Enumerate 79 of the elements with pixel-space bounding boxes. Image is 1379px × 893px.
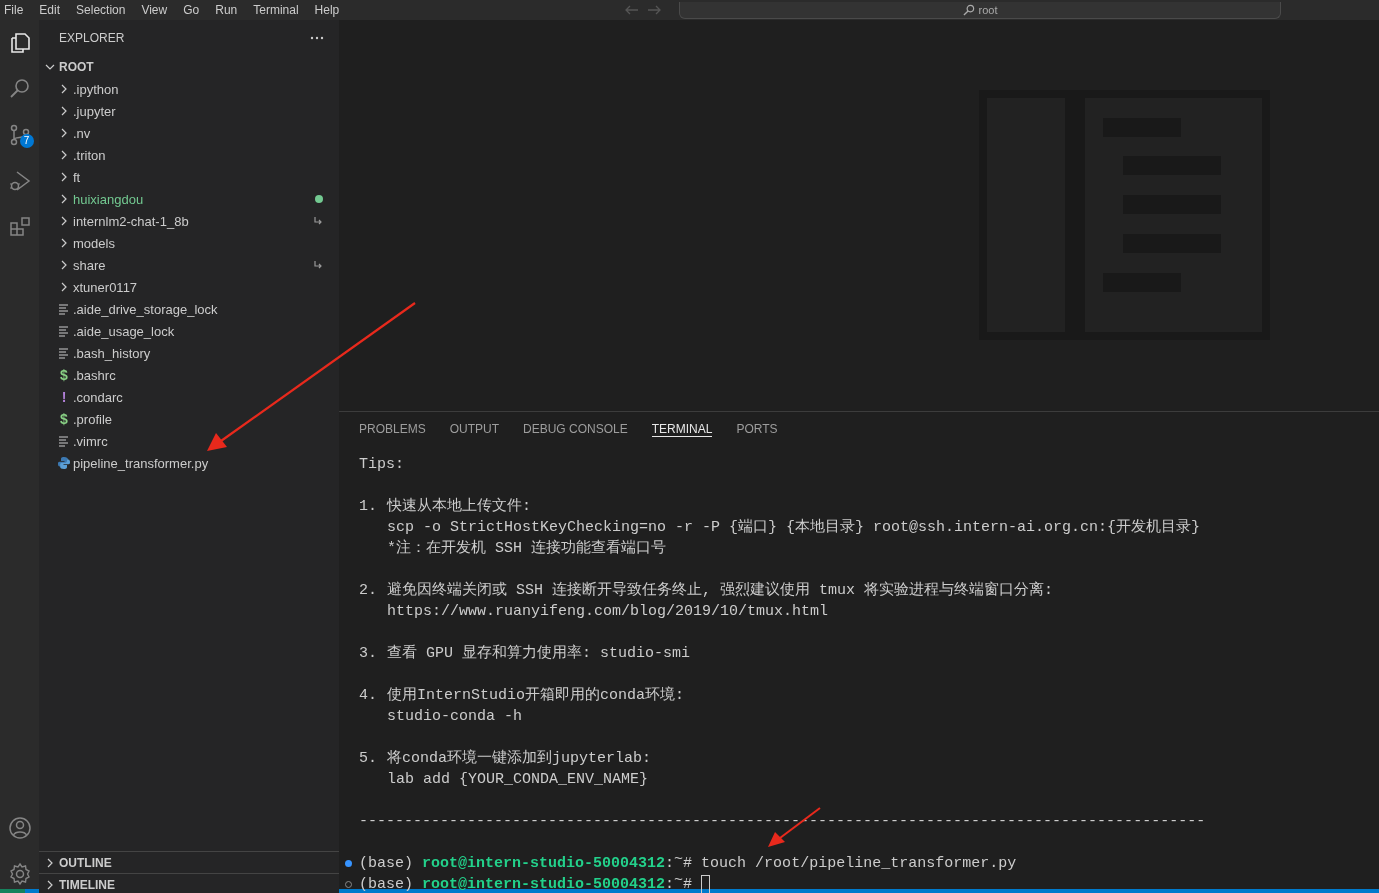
menu-item[interactable]: Selection	[68, 0, 134, 20]
dollar-icon: $	[57, 412, 71, 426]
env-name: (base)	[359, 875, 414, 893]
user-host: root@intern-studio-50004312	[422, 875, 666, 893]
tree-item[interactable]: models	[39, 232, 339, 254]
prompt-path: ~	[674, 850, 684, 870]
menu-item[interactable]: File	[0, 0, 32, 20]
terminal-text: 使用InternStudio开箱即用的conda环境:	[387, 685, 685, 706]
tree-item[interactable]: .nv	[39, 122, 339, 144]
blocks-icon[interactable]	[7, 215, 32, 239]
count-badge: 7	[19, 134, 34, 148]
tree-item[interactable]: ! .condarc	[39, 386, 339, 408]
tree-item[interactable]: pipeline_transformer.py	[39, 452, 339, 474]
text-file-icon	[57, 302, 71, 316]
tree-item[interactable]: $ .profile	[39, 408, 339, 430]
text-file-icon	[57, 346, 71, 360]
tree-item[interactable]: $ .bashrc	[39, 364, 339, 386]
menu-item[interactable]: Go	[175, 0, 208, 20]
tip-number: 5.	[359, 749, 377, 769]
tip-number: 2.	[359, 581, 377, 601]
terminal-text: Tips:	[359, 455, 404, 475]
prompt-symbol: #	[683, 875, 693, 893]
tree-item[interactable]: .jupyter	[39, 100, 339, 122]
terminal-text: https://www.ruanyifeng.com/blog/2019/10/tmux.html	[387, 602, 829, 622]
prompt-colon: :	[665, 854, 675, 874]
terminal-text: *注：在开发机 SSH 连接功能查看端口号	[387, 538, 666, 559]
tip-number: 3.	[359, 644, 377, 664]
terminal-text: scp -o StrictHostKeyChecking=no -r -P {端口} {本地目录} root@ssh.intern-ai.org.cn:{开发机目录}	[387, 517, 1201, 538]
separator-line: ----------------------------------------------------------------------------------------------	[359, 812, 1206, 832]
text-file-icon	[57, 434, 71, 448]
command-center-label: root	[978, 3, 998, 16]
terminal-text: studio-conda -h	[387, 707, 523, 727]
run-debug-icon[interactable]	[7, 169, 32, 193]
text-file-icon	[57, 324, 71, 338]
section-header[interactable]: TIMELINE	[39, 873, 339, 893]
terminal-text: 快速从本地上传文件:	[387, 496, 531, 517]
menu-item[interactable]: Help	[306, 0, 348, 20]
panel-tab[interactable]: PORTS	[736, 420, 778, 437]
tree-item[interactable]: .triton	[39, 144, 339, 166]
tree-item[interactable]: ROOT	[39, 56, 339, 78]
panel-tab[interactable]: OUTPUT	[449, 420, 500, 437]
exclamation-icon: !	[57, 390, 71, 404]
tree-item[interactable]: .aide_usage_lock	[39, 320, 339, 342]
section-header[interactable]: OUTLINE	[39, 851, 339, 873]
sidebar-title: EXPLORER	[59, 31, 125, 45]
dollar-icon: $	[57, 368, 71, 382]
menu-item[interactable]: Edit	[31, 0, 69, 20]
menu-item[interactable]: Run	[207, 0, 246, 20]
tree-item[interactable]: huixiangdou	[39, 188, 339, 210]
terminal-text: 将conda环境一键添加到jupyterlab:	[387, 748, 652, 769]
prompt-path: ~	[674, 871, 684, 891]
prompt-colon: :	[665, 875, 675, 893]
python-icon	[57, 456, 71, 470]
tip-number: 1.	[359, 497, 377, 517]
tree-item[interactable]: .aide_drive_storage_lock	[39, 298, 339, 320]
tree-item[interactable]: .ipython	[39, 78, 339, 100]
tree-item[interactable]: share	[39, 254, 339, 276]
menu-item[interactable]: View	[133, 0, 176, 20]
command-center[interactable]: root	[679, 1, 1281, 19]
env-name: (base)	[359, 854, 414, 874]
menu-item[interactable]: Terminal	[245, 0, 307, 20]
user-host: root@intern-studio-50004312	[422, 854, 666, 874]
search-icon	[962, 3, 975, 16]
account-icon[interactable]	[7, 816, 32, 840]
panel-tab[interactable]: PROBLEMS	[359, 420, 426, 437]
tree-item[interactable]: xtuner0117	[39, 276, 339, 298]
panel-tab[interactable]: DEBUG CONSOLE	[523, 420, 628, 437]
tree-item[interactable]: .vimrc	[39, 430, 339, 452]
prompt-symbol: #	[683, 854, 693, 874]
tree-item[interactable]: internlm2-chat-1_8b	[39, 210, 339, 232]
tip-number: 4.	[359, 686, 377, 706]
terminal-text: lab add {YOUR_CONDA_ENV_NAME}	[387, 770, 649, 790]
command-text: touch /root/pipeline_transformer.py	[700, 854, 1017, 874]
terminal-text: 查看 GPU 显存和算力使用率: studio-smi	[387, 643, 691, 664]
tree-item[interactable]: .bash_history	[39, 342, 339, 364]
terminal-text: 避免因终端关闭或 SSH 连接断开导致任务终止, 强烈建议使用 tmux 将实验进程与终端窗口分离:	[387, 580, 1054, 601]
tree-item[interactable]: ft	[39, 166, 339, 188]
settings-icon[interactable]	[7, 862, 32, 886]
panel-tab[interactable]: TERMINAL	[651, 420, 713, 437]
